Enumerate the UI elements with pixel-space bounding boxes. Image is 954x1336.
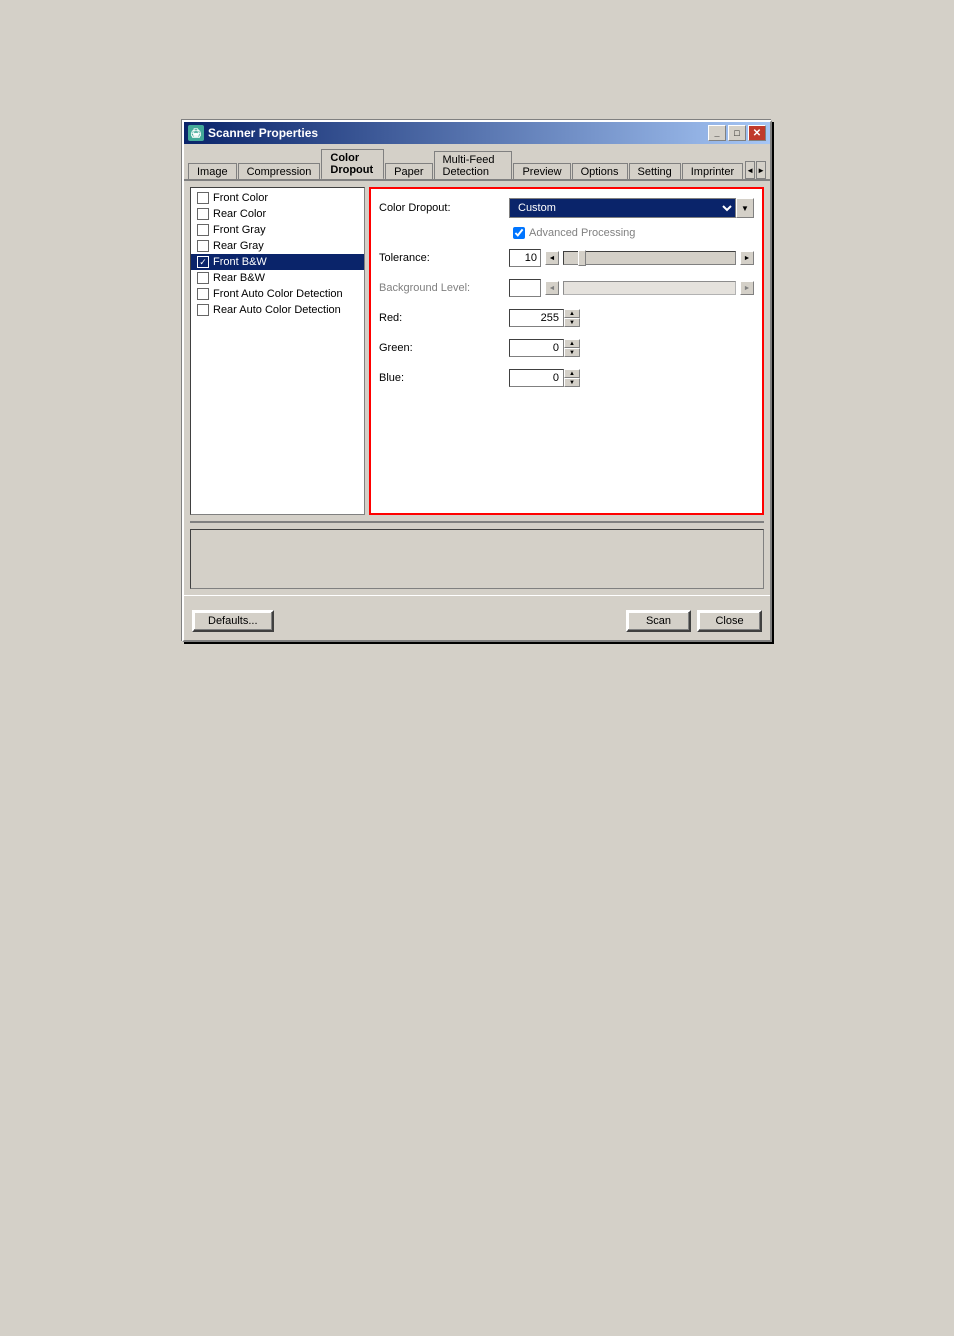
- green-increment-button[interactable]: ▲: [564, 339, 580, 348]
- tab-compression[interactable]: Compression: [238, 163, 321, 180]
- background-level-slider: [563, 281, 736, 295]
- green-spinner-buttons: ▲ ▼: [564, 339, 580, 357]
- tab-color-dropout[interactable]: Color Dropout: [321, 149, 384, 180]
- list-item-rear-bw[interactable]: Rear B&W: [191, 270, 364, 286]
- bg-left-arrow-icon: ◄: [545, 281, 559, 295]
- red-input[interactable]: [509, 309, 564, 327]
- list-item-front-gray[interactable]: Front Gray: [191, 222, 364, 238]
- color-dropout-row: Color Dropout: Custom ▼: [379, 197, 754, 219]
- scan-button[interactable]: Scan: [626, 610, 691, 632]
- checkbox-front-gray[interactable]: [197, 224, 209, 236]
- title-controls: _ □ ✕: [708, 125, 766, 141]
- main-content: Front Color Rear Color Front Gray Rear G…: [184, 181, 770, 521]
- tab-nav-left[interactable]: ◄: [745, 161, 755, 179]
- tolerance-left-arrow[interactable]: ◄: [545, 251, 559, 265]
- image-type-list: Front Color Rear Color Front Gray Rear G…: [190, 187, 365, 515]
- right-buttons: Scan Close: [626, 610, 762, 632]
- green-decrement-button[interactable]: ▼: [564, 348, 580, 357]
- background-level-label: Background Level:: [379, 282, 509, 294]
- checkbox-front-color[interactable]: [197, 192, 209, 204]
- checkbox-rear-color[interactable]: [197, 208, 209, 220]
- background-level-control: ◄ ►: [509, 279, 754, 297]
- tolerance-thumb[interactable]: [578, 250, 586, 266]
- green-label: Green:: [379, 342, 509, 354]
- color-dropout-control: Custom ▼: [509, 198, 754, 218]
- blue-label: Blue:: [379, 372, 509, 384]
- window-icon: 🖨: [188, 125, 204, 141]
- tab-preview[interactable]: Preview: [513, 163, 570, 180]
- red-increment-button[interactable]: ▲: [564, 309, 580, 318]
- defaults-button[interactable]: Defaults...: [192, 610, 274, 632]
- tab-bar: Image Compression Color Dropout Paper Mu…: [184, 144, 770, 181]
- scanner-properties-window: 🖨 Scanner Properties _ □ ✕ Image Compres…: [182, 120, 772, 642]
- tolerance-control: 10 ◄ ►: [509, 249, 754, 267]
- red-spinner-buttons: ▲ ▼: [564, 309, 580, 327]
- dropdown-arrow-icon[interactable]: ▼: [736, 198, 754, 218]
- list-item-front-color[interactable]: Front Color: [191, 190, 364, 206]
- title-bar: 🖨 Scanner Properties _ □ ✕: [184, 122, 770, 144]
- tab-image[interactable]: Image: [188, 163, 237, 180]
- red-label: Red:: [379, 312, 509, 324]
- red-row: Red: ▲ ▼: [379, 307, 754, 329]
- background-level-value: [509, 279, 541, 297]
- close-window-button[interactable]: ✕: [748, 125, 766, 141]
- list-item-front-auto[interactable]: Front Auto Color Detection: [191, 286, 364, 302]
- blue-decrement-button[interactable]: ▼: [564, 378, 580, 387]
- blue-control: ▲ ▼: [509, 369, 754, 387]
- color-dropout-label: Color Dropout:: [379, 202, 509, 214]
- separator: [184, 595, 770, 596]
- red-decrement-button[interactable]: ▼: [564, 318, 580, 327]
- advanced-processing-label: Advanced Processing: [529, 227, 635, 239]
- maximize-button[interactable]: □: [728, 125, 746, 141]
- checkbox-front-bw[interactable]: [197, 256, 209, 268]
- blue-spinner: ▲ ▼: [509, 369, 589, 387]
- checkbox-rear-bw[interactable]: [197, 272, 209, 284]
- blue-increment-button[interactable]: ▲: [564, 369, 580, 378]
- blue-spinner-buttons: ▲ ▼: [564, 369, 580, 387]
- advanced-processing-checkbox[interactable]: [513, 227, 525, 239]
- status-area: [190, 529, 764, 589]
- tab-paper[interactable]: Paper: [385, 163, 432, 180]
- bg-right-arrow-icon: ►: [740, 281, 754, 295]
- minimize-button[interactable]: _: [708, 125, 726, 141]
- green-control: ▲ ▼: [509, 339, 754, 357]
- green-input[interactable]: [509, 339, 564, 357]
- tolerance-right-arrow[interactable]: ►: [740, 251, 754, 265]
- settings-panel: Color Dropout: Custom ▼ Advanced Process…: [369, 187, 764, 515]
- list-item-rear-color[interactable]: Rear Color: [191, 206, 364, 222]
- list-item-front-bw[interactable]: Front B&W: [191, 254, 364, 270]
- background-level-row: Background Level: ◄ ►: [379, 277, 754, 299]
- tab-options[interactable]: Options: [572, 163, 628, 180]
- advanced-processing-row: Advanced Processing: [379, 227, 754, 239]
- green-spinner: ▲ ▼: [509, 339, 589, 357]
- checkbox-front-auto[interactable]: [197, 288, 209, 300]
- blue-row: Blue: ▲ ▼: [379, 367, 754, 389]
- list-item-rear-auto[interactable]: Rear Auto Color Detection: [191, 302, 364, 318]
- tolerance-slider[interactable]: [563, 251, 736, 265]
- color-dropout-select[interactable]: Custom: [509, 198, 736, 218]
- list-item-rear-gray[interactable]: Rear Gray: [191, 238, 364, 254]
- tab-multi-feed[interactable]: Multi-Feed Detection: [434, 151, 513, 180]
- button-bar: Defaults... Scan Close: [184, 604, 770, 640]
- red-control: ▲ ▼: [509, 309, 754, 327]
- blue-input[interactable]: [509, 369, 564, 387]
- checkbox-rear-gray[interactable]: [197, 240, 209, 252]
- content-divider: [190, 521, 764, 523]
- checkbox-rear-auto[interactable]: [197, 304, 209, 316]
- tolerance-row: Tolerance: 10 ◄ ►: [379, 247, 754, 269]
- tab-nav-right[interactable]: ►: [756, 161, 766, 179]
- tab-setting[interactable]: Setting: [629, 163, 681, 180]
- tolerance-label: Tolerance:: [379, 252, 509, 264]
- window-title: Scanner Properties: [208, 126, 318, 140]
- tolerance-value: 10: [509, 249, 541, 267]
- tab-imprinter[interactable]: Imprinter: [682, 163, 743, 180]
- red-spinner: ▲ ▼: [509, 309, 589, 327]
- green-row: Green: ▲ ▼: [379, 337, 754, 359]
- close-button[interactable]: Close: [697, 610, 762, 632]
